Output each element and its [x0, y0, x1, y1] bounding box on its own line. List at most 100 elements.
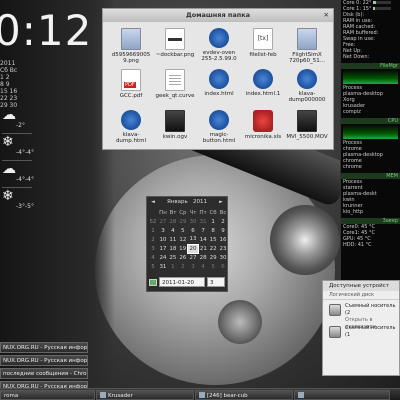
task-item[interactable]: roma [0, 390, 95, 400]
calendar-day[interactable]: 21 [198, 244, 208, 253]
week-spinbox[interactable]: 3 [207, 277, 225, 287]
weather-day: ☁ -4°-4° [2, 162, 34, 186]
week-number: 52 [149, 218, 157, 225]
file-name: klava-dump000000 [288, 91, 326, 103]
calendar-day[interactable]: 10 [158, 235, 168, 244]
file-grid: d5959669005 9.png ~dockbar.png evdev-oven … [109, 25, 333, 148]
calendar-day[interactable]: 31 [158, 262, 168, 271]
file-html-icon [253, 69, 273, 89]
calendar-day[interactable]: 3 [188, 262, 198, 271]
calendar-day[interactable]: 29 [178, 217, 188, 226]
task-item[interactable] [294, 390, 390, 400]
calendar-day[interactable]: 27 [158, 217, 168, 226]
calendar-day[interactable]: 9 [218, 226, 228, 235]
calendar-day[interactable]: 16 [218, 235, 228, 244]
file-name: index.html.1 [245, 91, 281, 97]
close-icon[interactable]: ✕ [324, 9, 329, 22]
calendar-day[interactable]: 30 [188, 217, 198, 226]
file-vid-icon [165, 110, 185, 132]
file-item[interactable]: FlightSimX 720p60_51... [285, 25, 329, 66]
calendar-day[interactable]: 30 [218, 253, 228, 262]
device-item[interactable]: Съемный носитель (2 Открыть в диспетчере [323, 300, 399, 330]
file-item[interactable]: index.html.1 [241, 66, 285, 107]
file-item[interactable]: [tx] filelist-feb [241, 25, 285, 66]
file-item[interactable]: geek_qt.curve [153, 66, 197, 107]
calendar-day[interactable]: 28 [198, 253, 208, 262]
calendar-day[interactable]: 12 [178, 235, 188, 244]
sysmon-section-header: CPU [341, 118, 400, 124]
calendar-day[interactable]: 28 [168, 217, 178, 226]
file-item[interactable]: klava-dump.html [109, 107, 153, 148]
calendar-day[interactable]: 5 [178, 226, 188, 235]
calendar-day[interactable]: 20 [187, 243, 199, 254]
calendar-day[interactable]: 15 [208, 235, 218, 244]
calendar-month[interactable]: Январь [167, 199, 188, 205]
mini-calendar-row: 1 2 [0, 74, 10, 81]
calendar-week-row: 13456789 [148, 226, 228, 235]
weather-widget[interactable]: ☁ -2° ❄ -4°-4° ☁ -4°-4° ❄ -3°-5° [2, 107, 34, 213]
task-item[interactable]: Krusader [96, 390, 194, 400]
file-item[interactable]: ~dockbar.png [153, 25, 197, 66]
calendar-day[interactable]: 26 [178, 253, 188, 262]
mini-calendar-weekdays: Сб Вс [0, 67, 18, 74]
task-item[interactable]: [246] bear-cub [195, 390, 293, 400]
calendar-day[interactable]: 4 [198, 262, 208, 271]
calendar-day[interactable]: 1 [168, 262, 178, 271]
file-svg-icon [253, 110, 273, 132]
calendar-day[interactable]: 29 [208, 253, 218, 262]
calendar-day[interactable]: 22 [208, 244, 218, 253]
date-field[interactable]: 2011-01-20 [159, 277, 205, 287]
file-item[interactable]: magic-button.html [197, 107, 241, 148]
home-folder-window[interactable]: Домашняя папка ✕ d5959669005 9.png ~dockb… [102, 8, 334, 150]
calendar-day[interactable]: 3 [158, 226, 168, 235]
link-item[interactable]: NUX.ORG.RU - Русская информ [0, 342, 88, 353]
calendar-day[interactable]: 6 [188, 226, 198, 235]
file-item[interactable]: evdev-oven 255-2.5.99.0 [197, 25, 241, 66]
file-item[interactable]: MVI_5500.MOV [285, 107, 329, 148]
calendar-year[interactable]: 2011 [193, 199, 207, 205]
link-item[interactable]: NUX.ORG.RU - Русская информ [0, 355, 88, 366]
calendar-day[interactable]: 24 [158, 253, 168, 262]
calendar-day[interactable]: 31 [198, 217, 208, 226]
calendar-day[interactable]: 2 [218, 217, 228, 226]
clock-widget[interactable]: 0:12 [0, 6, 92, 55]
prev-month-button[interactable]: ◄ [151, 197, 155, 208]
calendar-day[interactable]: 7 [198, 226, 208, 235]
file-name: index.html [204, 91, 234, 97]
calendar-day[interactable]: 27 [188, 253, 198, 262]
mini-calendar-row: 8 9 [0, 81, 10, 88]
file-name: kwin.ogv [162, 134, 188, 140]
calendar-day[interactable]: 11 [168, 235, 178, 244]
calendar-day[interactable]: 2 [178, 262, 188, 271]
calendar-day[interactable]: 1 [208, 217, 218, 226]
calendar-day[interactable]: 6 [218, 262, 228, 271]
calendar-day[interactable]: 17 [158, 244, 168, 253]
calendar-day[interactable]: 5 [208, 262, 218, 271]
calendar-day[interactable]: 19 [178, 244, 188, 253]
file-item[interactable]: micronika.xls [241, 107, 285, 148]
calendar-day[interactable]: 14 [198, 235, 208, 244]
weather-temp: -2° [16, 122, 25, 129]
calendar-widget[interactable]: ◄ Январь 2011 ► Пн Вт Ср Чт Пт Сб Вс 52 27 28 29 3… [146, 196, 228, 292]
calendar-day[interactable]: 8 [208, 226, 218, 235]
cloud-snow-icon: ☁ [2, 107, 16, 123]
calendar-day[interactable]: 4 [168, 226, 178, 235]
file-item[interactable]: kwin.ogv [153, 107, 197, 148]
file-item[interactable]: klava-dump000000 [285, 66, 329, 107]
calendar-day[interactable]: 25 [168, 253, 178, 262]
week-number: 3 [151, 245, 155, 252]
window-titlebar[interactable]: Домашняя папка ✕ [103, 9, 333, 22]
calendar-day[interactable]: 23 [218, 244, 228, 253]
calendar-day[interactable]: 13 [188, 235, 198, 244]
file-item[interactable]: GCC.pdf [109, 66, 153, 107]
file-name: MVI_5500.MOV [286, 134, 328, 140]
calendar-icon [149, 279, 157, 286]
device-item[interactable]: Съемный носитель (1 [323, 322, 399, 344]
link-item[interactable]: последние сообщения - Chromium [0, 368, 88, 379]
device-notifier[interactable]: Доступные устройст Логический диск Съемн… [322, 280, 400, 376]
next-month-button[interactable]: ► [219, 197, 223, 208]
weekday-header: Чт [189, 209, 197, 216]
file-item[interactable]: index.html [197, 66, 241, 107]
file-item[interactable]: d5959669005 9.png [109, 25, 153, 66]
calendar-day[interactable]: 18 [168, 244, 178, 253]
